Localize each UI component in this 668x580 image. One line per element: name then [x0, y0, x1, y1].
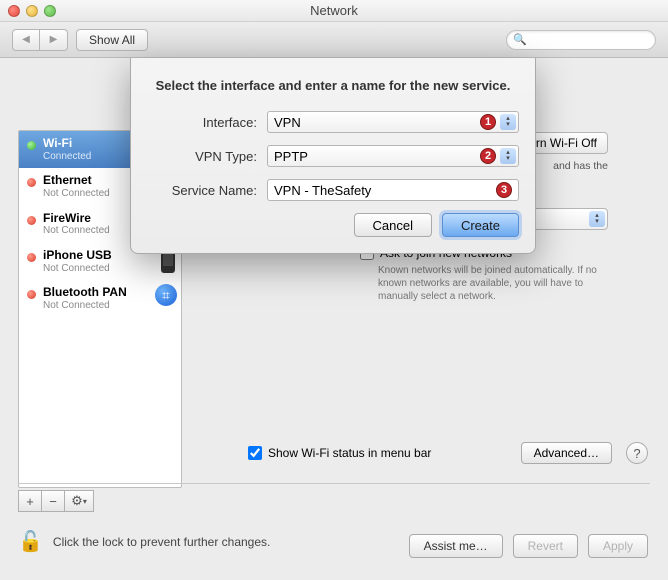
status-dot-icon — [27, 178, 36, 187]
revert-button[interactable]: Revert — [513, 534, 578, 558]
service-name: Bluetooth PAN — [43, 286, 171, 300]
status-dot-icon — [27, 141, 36, 150]
interface-popup[interactable]: VPN 1 ▴▾ — [267, 111, 519, 133]
lock-icon: 🔓 — [18, 529, 43, 554]
callout-badge-1: 1 — [480, 114, 496, 130]
interface-row: Interface: VPN 1 ▴▾ — [147, 111, 519, 133]
sidebar-footer-buttons: + − ⚙ ▾ — [18, 490, 93, 512]
vpn-type-row: VPN Type: PPTP 2 ▴▾ — [147, 145, 519, 167]
sheet-buttons: Cancel Create — [147, 213, 519, 237]
forward-button[interactable]: ▶ — [40, 29, 68, 51]
zoom-button[interactable] — [44, 5, 56, 17]
service-status: Not Connected — [43, 263, 171, 275]
minimize-button[interactable] — [26, 5, 38, 17]
status-dot-icon — [27, 253, 36, 262]
create-button[interactable]: Create — [442, 213, 519, 237]
divider — [18, 483, 650, 484]
traffic-lights — [8, 5, 56, 17]
cancel-button[interactable]: Cancel — [354, 213, 432, 237]
service-name-row: Service Name: VPN - TheSafety 3 — [147, 179, 519, 201]
lock-area[interactable]: 🔓 Click the lock to prevent further chan… — [18, 529, 270, 554]
callout-badge-2: 2 — [480, 148, 496, 164]
close-button[interactable] — [8, 5, 20, 17]
bluetooth-icon: ⌗ — [155, 284, 177, 306]
service-name-value: VPN - TheSafety — [274, 183, 371, 198]
interface-label: Interface: — [147, 115, 257, 130]
show-status-input[interactable] — [248, 446, 262, 460]
stepper-arrows-icon: ▴▾ — [500, 114, 516, 130]
show-all-button[interactable]: Show All — [76, 29, 148, 51]
interface-value: VPN — [274, 115, 301, 130]
callout-badge-3: 3 — [496, 182, 512, 198]
help-button[interactable]: ? — [626, 442, 648, 464]
window-title: Network — [310, 3, 358, 18]
advanced-button[interactable]: Advanced… — [521, 442, 612, 464]
stepper-arrows-icon: ▴▾ — [500, 148, 516, 164]
vpn-type-popup[interactable]: PPTP 2 ▴▾ — [267, 145, 519, 167]
show-status-checkbox[interactable]: Show Wi-Fi status in menu bar — [248, 446, 431, 460]
vpn-type-label: VPN Type: — [147, 149, 257, 164]
add-service-button[interactable]: + — [18, 490, 42, 512]
sidebar-item-bluetooth-pan[interactable]: Bluetooth PAN Not Connected ⌗ — [19, 280, 181, 317]
status-dot-icon — [27, 216, 36, 225]
remove-service-button[interactable]: − — [41, 490, 65, 512]
connection-info-text: and has the — [553, 160, 608, 172]
new-service-sheet: Select the interface and enter a name fo… — [130, 58, 536, 254]
stepper-arrows-icon: ▴▾ — [589, 211, 605, 227]
lock-text: Click the lock to prevent further change… — [53, 535, 270, 549]
service-name-input[interactable]: VPN - TheSafety 3 — [267, 179, 519, 201]
ask-info-text: Known networks will be joined automatica… — [378, 264, 608, 303]
nav-buttons: ◀ ▶ — [12, 29, 68, 51]
gear-icon: ⚙ — [71, 493, 83, 509]
footer-buttons: Assist me… Revert Apply — [409, 534, 648, 558]
titlebar: Network — [0, 0, 668, 22]
show-status-label: Show Wi-Fi status in menu bar — [268, 446, 431, 460]
back-button[interactable]: ◀ — [12, 29, 40, 51]
sheet-prompt: Select the interface and enter a name fo… — [147, 78, 519, 93]
search-icon: 🔍 — [513, 33, 527, 46]
service-name-label: Service Name: — [147, 183, 257, 198]
apply-button[interactable]: Apply — [588, 534, 648, 558]
service-actions-button[interactable]: ⚙ ▾ — [64, 490, 94, 512]
assist-me-button[interactable]: Assist me… — [409, 534, 503, 558]
status-dot-icon — [27, 290, 36, 299]
service-status: Not Connected — [43, 300, 171, 312]
chevron-down-icon: ▾ — [83, 497, 87, 506]
search-field[interactable]: 🔍 — [506, 30, 656, 50]
vpn-type-value: PPTP — [274, 149, 308, 164]
toolbar: ◀ ▶ Show All 🔍 — [0, 22, 668, 58]
